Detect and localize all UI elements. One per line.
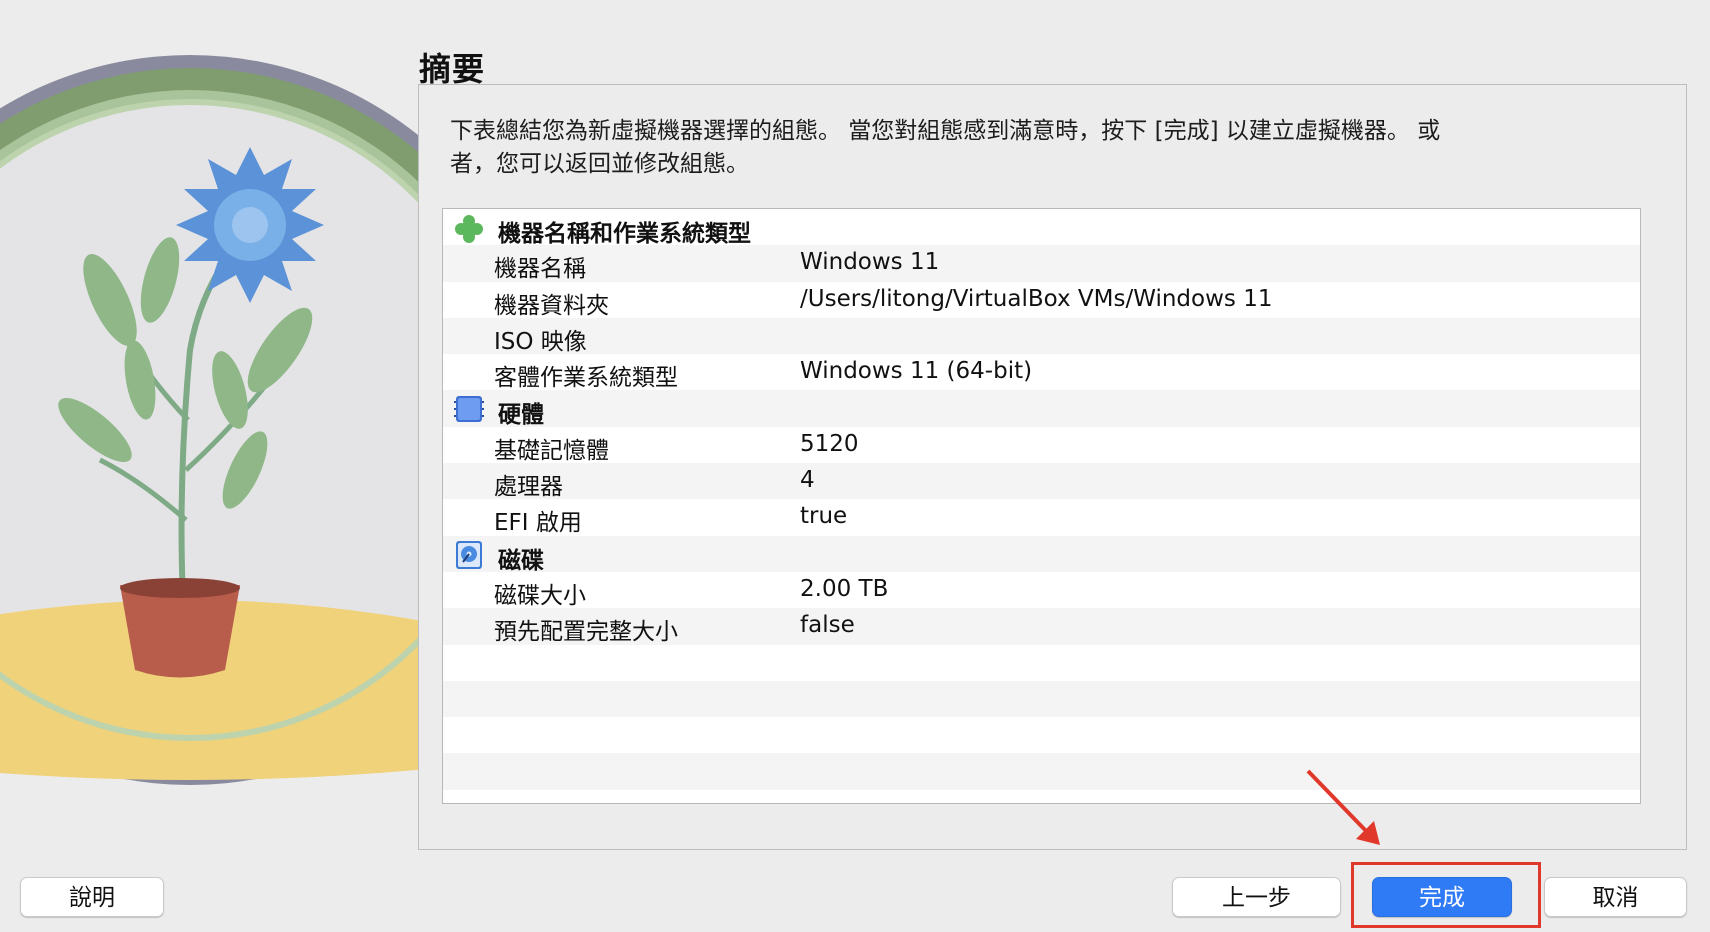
row-key: 機器資料夾 <box>494 292 609 319</box>
summary-table[interactable]: 機器名稱和作業系統類型 機器名稱 Windows 11 機器資料夾 /Users… <box>442 208 1641 804</box>
table-row[interactable]: EFI 啟用 true <box>443 499 1640 537</box>
back-button[interactable]: 上一步 <box>1172 877 1341 917</box>
table-row[interactable]: 客體作業系統類型 Windows 11 (64-bit) <box>443 354 1640 392</box>
group-row-hardware[interactable]: 硬體 <box>443 390 1640 429</box>
group-label: 機器名稱和作業系統類型 <box>498 221 751 247</box>
group-label: 磁碟 <box>498 547 544 574</box>
group-label: 硬體 <box>498 402 544 429</box>
chip-icon <box>454 396 484 423</box>
table-row[interactable]: 處理器 4 <box>443 463 1640 501</box>
wizard-illustration <box>0 55 470 785</box>
row-key: 預先配置完整大小 <box>494 619 678 646</box>
empty-row <box>443 645 1640 681</box>
summary-description: 下表總結您為新虛擬機器選擇的組態。 當您對組態感到滿意時，按下 [完成] 以建立… <box>450 118 1441 177</box>
group-row-name-os[interactable]: 機器名稱和作業系統類型 <box>443 209 1640 247</box>
cancel-button[interactable]: 取消 <box>1544 877 1687 917</box>
table-row[interactable]: 機器名稱 Windows 11 <box>443 245 1640 283</box>
annotation-highlight-box <box>1351 862 1541 928</box>
table-row[interactable]: 機器資料夾 /Users/litong/VirtualBox VMs/Windo… <box>443 282 1640 319</box>
empty-row <box>443 753 1640 790</box>
row-key: 基礎記憶體 <box>494 437 609 464</box>
disk-icon <box>456 540 482 569</box>
row-value: /Users/litong/VirtualBox VMs/Windows 11 <box>800 285 1273 312</box>
row-key: EFI 啟用 <box>494 510 582 537</box>
empty-row <box>443 717 1640 753</box>
table-row[interactable]: ISO 映像 <box>443 317 1640 355</box>
row-key: 磁碟大小 <box>494 582 586 609</box>
row-value: 2.00 TB <box>800 575 889 602</box>
row-value: true <box>800 503 848 530</box>
row-value: Windows 11 (64-bit) <box>800 358 1033 385</box>
table-row[interactable]: 基礎記憶體 5120 <box>443 427 1640 464</box>
table-row[interactable]: 磁碟大小 2.00 TB <box>443 572 1640 609</box>
empty-row <box>443 680 1640 718</box>
row-key: ISO 映像 <box>494 328 587 355</box>
row-value: 4 <box>800 467 815 494</box>
row-key: 客體作業系統類型 <box>494 365 678 392</box>
row-key: 處理器 <box>494 474 563 501</box>
table-row[interactable]: 預先配置完整大小 false <box>443 608 1640 646</box>
green-puzzle-icon <box>455 215 483 243</box>
annotation-arrow-icon <box>1306 769 1380 845</box>
row-key: 機器名稱 <box>494 256 586 283</box>
help-button[interactable]: 說明 <box>20 877 164 917</box>
group-row-disk[interactable]: 磁碟 <box>443 535 1640 574</box>
row-value: 5120 <box>800 430 859 457</box>
row-value: Windows 11 <box>800 249 940 276</box>
row-value: false <box>800 612 855 639</box>
